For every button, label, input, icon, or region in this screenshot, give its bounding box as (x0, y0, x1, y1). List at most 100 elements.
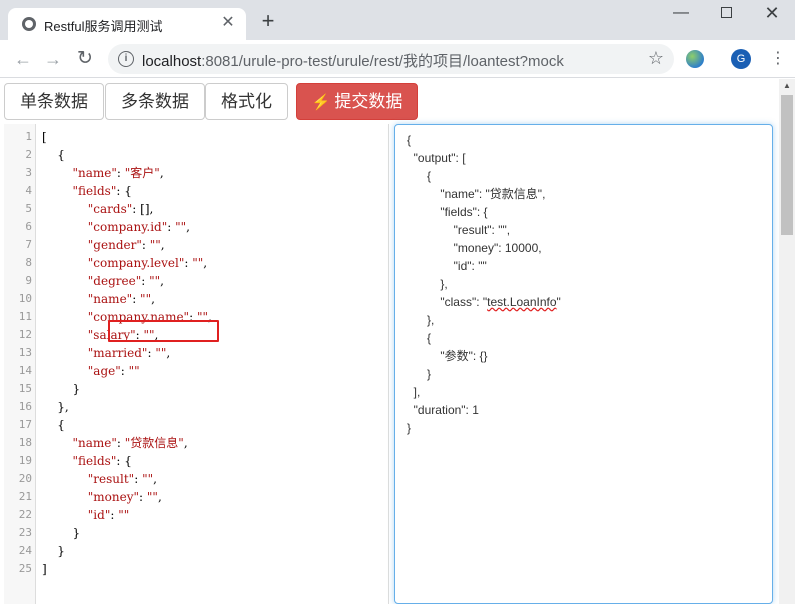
line-number: 12 (18, 328, 32, 341)
browser-tab-strip: Restful服务调用测试 ✕ + — ✕ (0, 0, 795, 40)
line-number: 5 (25, 202, 32, 215)
bolt-icon: ⚡ (311, 94, 331, 111)
format-button[interactable]: 格式化 (205, 83, 288, 120)
url-host: localhost (142, 53, 202, 70)
scroll-thumb[interactable] (781, 95, 793, 235)
maximize-icon[interactable] (703, 4, 749, 24)
code-line: "gender": "", (87, 238, 165, 252)
code-line: "name": "客户", (72, 166, 164, 180)
code-line: "fields": { (72, 184, 132, 198)
line-number: 6 (25, 220, 32, 233)
code-line: "married": "", (87, 346, 171, 360)
code-line: { (42, 148, 65, 162)
line-number: 20 (18, 472, 32, 485)
minimize-icon[interactable]: — (658, 4, 704, 24)
code-line: { (42, 418, 65, 432)
output-line: } (407, 367, 432, 381)
browser-toolbar: ← → ↻ i localhost:8081/urule-pro-test/ur… (0, 40, 795, 78)
code-line: "name": "", (87, 292, 155, 306)
code-line: "fields": { (72, 454, 132, 468)
code-line: ] (42, 562, 47, 576)
info-icon[interactable]: i (118, 51, 134, 67)
line-number: 9 (25, 274, 32, 287)
forward-arrow-icon[interactable]: → (42, 48, 64, 70)
line-number: 17 (18, 418, 32, 431)
submit-data-button[interactable]: ⚡ 提交数据 (296, 83, 418, 120)
line-number: 13 (18, 346, 32, 359)
single-data-button[interactable]: 单条数据 (4, 83, 104, 120)
line-number: 23 (18, 526, 32, 539)
line-number: 22 (18, 508, 32, 521)
code-line: }, (42, 400, 69, 414)
code-line: "money": "", (87, 490, 162, 504)
code-line: "result": "", (87, 472, 157, 486)
page-scrollbar[interactable]: ▲ (779, 79, 795, 604)
close-tab-icon[interactable]: ✕ (218, 13, 238, 33)
json-output-panel[interactable]: { "output": [ { "name": "贷款信息", "fields"… (394, 124, 773, 604)
line-number: 8 (25, 256, 32, 269)
output-line: { (407, 133, 412, 147)
output-line: ], (407, 385, 421, 399)
line-number: 4 (25, 184, 32, 197)
output-line: "id": "" (407, 259, 487, 273)
code-line: "age": "" (87, 364, 140, 378)
output-line: }, (407, 277, 448, 291)
output-line: "duration": 1 (407, 403, 479, 417)
line-number: 25 (18, 562, 32, 575)
line-number: 19 (18, 454, 32, 467)
tab-title: Restful服务调用测试 (44, 19, 163, 34)
globe-icon (22, 17, 36, 31)
output-line: "money": 10000, (407, 241, 542, 255)
code-line: } (42, 526, 81, 540)
output-line: "fields": { (407, 205, 488, 219)
json-input-editor[interactable]: 1 2 3 4 5 6 7 8 9 10 11 12 13 14 15 16 17 18 19 20 21 22 23 24 2… (4, 124, 389, 604)
output-line: "name": "贷款信息", (407, 187, 546, 201)
code-line: "name": "贷款信息", (72, 436, 188, 450)
url-path: :8081/urule-pro-test/urule/rest/我的项目/loa… (201, 53, 564, 70)
new-tab-icon[interactable]: + (256, 10, 280, 34)
kebab-menu-icon[interactable]: ⋮ (770, 48, 786, 70)
code-line: "cards": [], (87, 202, 154, 216)
extension-globe-icon[interactable] (686, 50, 704, 68)
profile-avatar[interactable]: G (731, 49, 751, 69)
line-number: 11 (18, 310, 32, 323)
output-line: { (407, 331, 432, 345)
code-line: [ (42, 130, 47, 144)
output-line: "result": "", (407, 223, 511, 237)
line-number: 18 (18, 436, 32, 449)
reload-icon[interactable]: ↻ (74, 48, 96, 70)
window-close-icon[interactable]: ✕ (749, 4, 795, 24)
line-number: 14 (18, 364, 32, 377)
output-line: } (407, 421, 412, 435)
line-number: 10 (18, 292, 32, 305)
code-line: "company.level": "", (87, 256, 208, 270)
address-bar[interactable]: i localhost:8081/urule-pro-test/urule/re… (108, 44, 674, 74)
line-number: 15 (18, 382, 32, 395)
line-number: 3 (25, 166, 32, 179)
url-text[interactable]: localhost:8081/urule-pro-test/urule/rest… (142, 50, 564, 71)
line-number: 1 (25, 130, 32, 143)
code-line: } (42, 382, 81, 396)
cards-highlight-box (108, 320, 219, 342)
output-line: { (407, 169, 432, 183)
output-line: }, (407, 313, 435, 327)
line-number: 21 (18, 490, 32, 503)
multi-data-button[interactable]: 多条数据 (105, 83, 205, 120)
line-number: 2 (25, 148, 32, 161)
output-line: "class": "test.LoanInfo" (407, 295, 561, 309)
scroll-up-arrow-icon[interactable]: ▲ (779, 79, 795, 93)
page-content: 单条数据 多条数据 格式化 ⚡ 提交数据 1 2 3 4 5 6 7 8 9 10 11 12 13 14 1… (0, 79, 779, 604)
code-line: } (42, 544, 65, 558)
code-line: "company.id": "", (87, 220, 190, 234)
code-line: "id": "" (87, 508, 130, 522)
line-number: 24 (18, 544, 32, 557)
line-number: 7 (25, 238, 32, 251)
output-line: "output": [ (407, 151, 466, 165)
submit-label: 提交数据 (334, 92, 403, 111)
back-arrow-icon[interactable]: ← (12, 48, 34, 70)
line-number-gutter: 1 2 3 4 5 6 7 8 9 10 11 12 13 14 15 16 17 18 19 20 21 22 23 24 2… (4, 124, 36, 604)
browser-tab[interactable]: Restful服务调用测试 ✕ (8, 8, 246, 40)
output-line: "参数": {} (407, 349, 488, 363)
bookmark-star-icon[interactable]: ☆ (648, 48, 664, 69)
code-line: "degree": "", (87, 274, 164, 288)
